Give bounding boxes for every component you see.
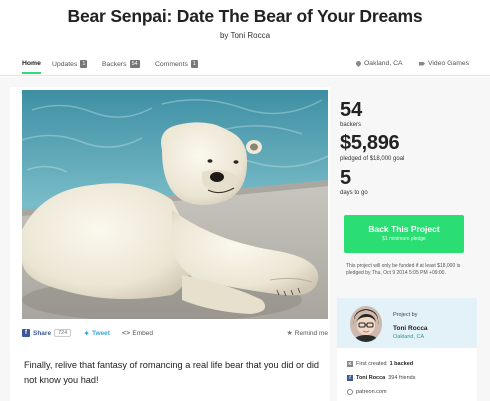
back-this-project-button[interactable]: Back This Project $1 minimum pledge bbox=[344, 215, 464, 253]
backers-count: 54 bbox=[340, 99, 363, 121]
creator-avatar-image bbox=[350, 306, 382, 342]
star-icon: ★ bbox=[286, 330, 293, 337]
project-title: Bear Senpai: Date The Bear of Your Dream… bbox=[67, 6, 423, 26]
avatar[interactable] bbox=[350, 306, 382, 342]
tab-comments-label: Comments bbox=[155, 60, 188, 68]
creator-facebook-friends: 394 friends bbox=[388, 375, 416, 381]
active-tab-underline bbox=[22, 72, 41, 74]
pledged-amount: $5,896 bbox=[340, 132, 400, 154]
twitter-icon: ✦ bbox=[83, 328, 90, 338]
category-label: Video Games bbox=[428, 60, 470, 67]
first-created-label: First created bbox=[356, 361, 387, 367]
tab-updates[interactable]: Updates 1 bbox=[52, 60, 88, 68]
creator-website-link[interactable]: patreon.com bbox=[356, 389, 387, 395]
facebook-icon: f bbox=[347, 375, 353, 381]
project-by-label: Project by bbox=[393, 312, 418, 318]
tab-backers-label: Backers bbox=[102, 60, 127, 68]
category-link[interactable]: Video Games bbox=[419, 60, 469, 67]
project-header: Bear Senpai: Date The Bear of Your Dream… bbox=[0, 0, 490, 76]
back-button-label: Back This Project bbox=[368, 224, 440, 234]
embed-icon: <> bbox=[121, 329, 131, 337]
tab-home-label: Home bbox=[22, 60, 41, 67]
creator-history: K First created 1 backed bbox=[347, 361, 413, 367]
backers-label: backers bbox=[340, 122, 362, 128]
creator-facebook-name[interactable]: Toni Rocca bbox=[356, 375, 385, 381]
location-link[interactable]: Oakland, CA bbox=[354, 59, 403, 68]
tab-home[interactable]: Home bbox=[22, 60, 41, 74]
creator-website: patreon.com bbox=[347, 389, 387, 395]
polar-bear-image bbox=[22, 90, 328, 319]
embed-button[interactable]: Embed bbox=[132, 330, 153, 337]
project-video[interactable] bbox=[22, 90, 328, 319]
remind-me-button[interactable]: Remind me bbox=[295, 330, 328, 337]
kickstarter-icon: K bbox=[347, 361, 353, 367]
pledged-label: pledged of $18,000 goal bbox=[340, 156, 405, 162]
backed-count[interactable]: 1 backed bbox=[390, 361, 414, 367]
back-button-subtext: $1 minimum pledge bbox=[382, 236, 426, 242]
tag-icon bbox=[419, 61, 425, 66]
pin-icon bbox=[354, 59, 363, 68]
tab-updates-label: Updates bbox=[52, 60, 78, 68]
location-label: Oakland, CA bbox=[364, 60, 403, 67]
globe-icon bbox=[347, 389, 353, 395]
updates-count-badge: 1 bbox=[80, 60, 88, 68]
comments-count-badge: 1 bbox=[190, 60, 198, 68]
project-byline[interactable]: by Toni Rocca bbox=[0, 31, 490, 40]
tweet-button[interactable]: Tweet bbox=[92, 330, 110, 337]
share-bar: f Share 724 ✦ Tweet <> Embed ★ Remind me bbox=[22, 325, 328, 341]
funding-note: This project will only be funded if at l… bbox=[346, 263, 461, 276]
creator-name[interactable]: Toni Rocca bbox=[393, 325, 428, 332]
funding-stats: 54 backers $5,896 pledged of $18,000 goa… bbox=[340, 90, 480, 196]
facebook-icon: f bbox=[22, 329, 30, 337]
creator-location[interactable]: Oakland, CA bbox=[393, 334, 424, 340]
days-to-go-label: days to go bbox=[340, 190, 368, 196]
creator-card: Project by Toni Rocca Oakland, CA K Firs… bbox=[337, 298, 477, 401]
facebook-share-count: 724 bbox=[54, 329, 72, 337]
project-blurb: Finally, relive that fantasy of romancin… bbox=[24, 360, 320, 385]
days-to-go-count: 5 bbox=[340, 167, 352, 189]
creator-facebook: f Toni Rocca 394 friends bbox=[347, 375, 415, 381]
project-nav: Home Updates 1 Backers 54 Comments 1 Oak… bbox=[0, 56, 490, 76]
tab-backers[interactable]: Backers 54 bbox=[102, 60, 140, 68]
tab-comments[interactable]: Comments 1 bbox=[155, 60, 198, 68]
facebook-share-button[interactable]: Share bbox=[33, 330, 51, 337]
backers-count-badge: 54 bbox=[129, 60, 140, 68]
creator-header: Project by Toni Rocca Oakland, CA bbox=[337, 298, 477, 348]
